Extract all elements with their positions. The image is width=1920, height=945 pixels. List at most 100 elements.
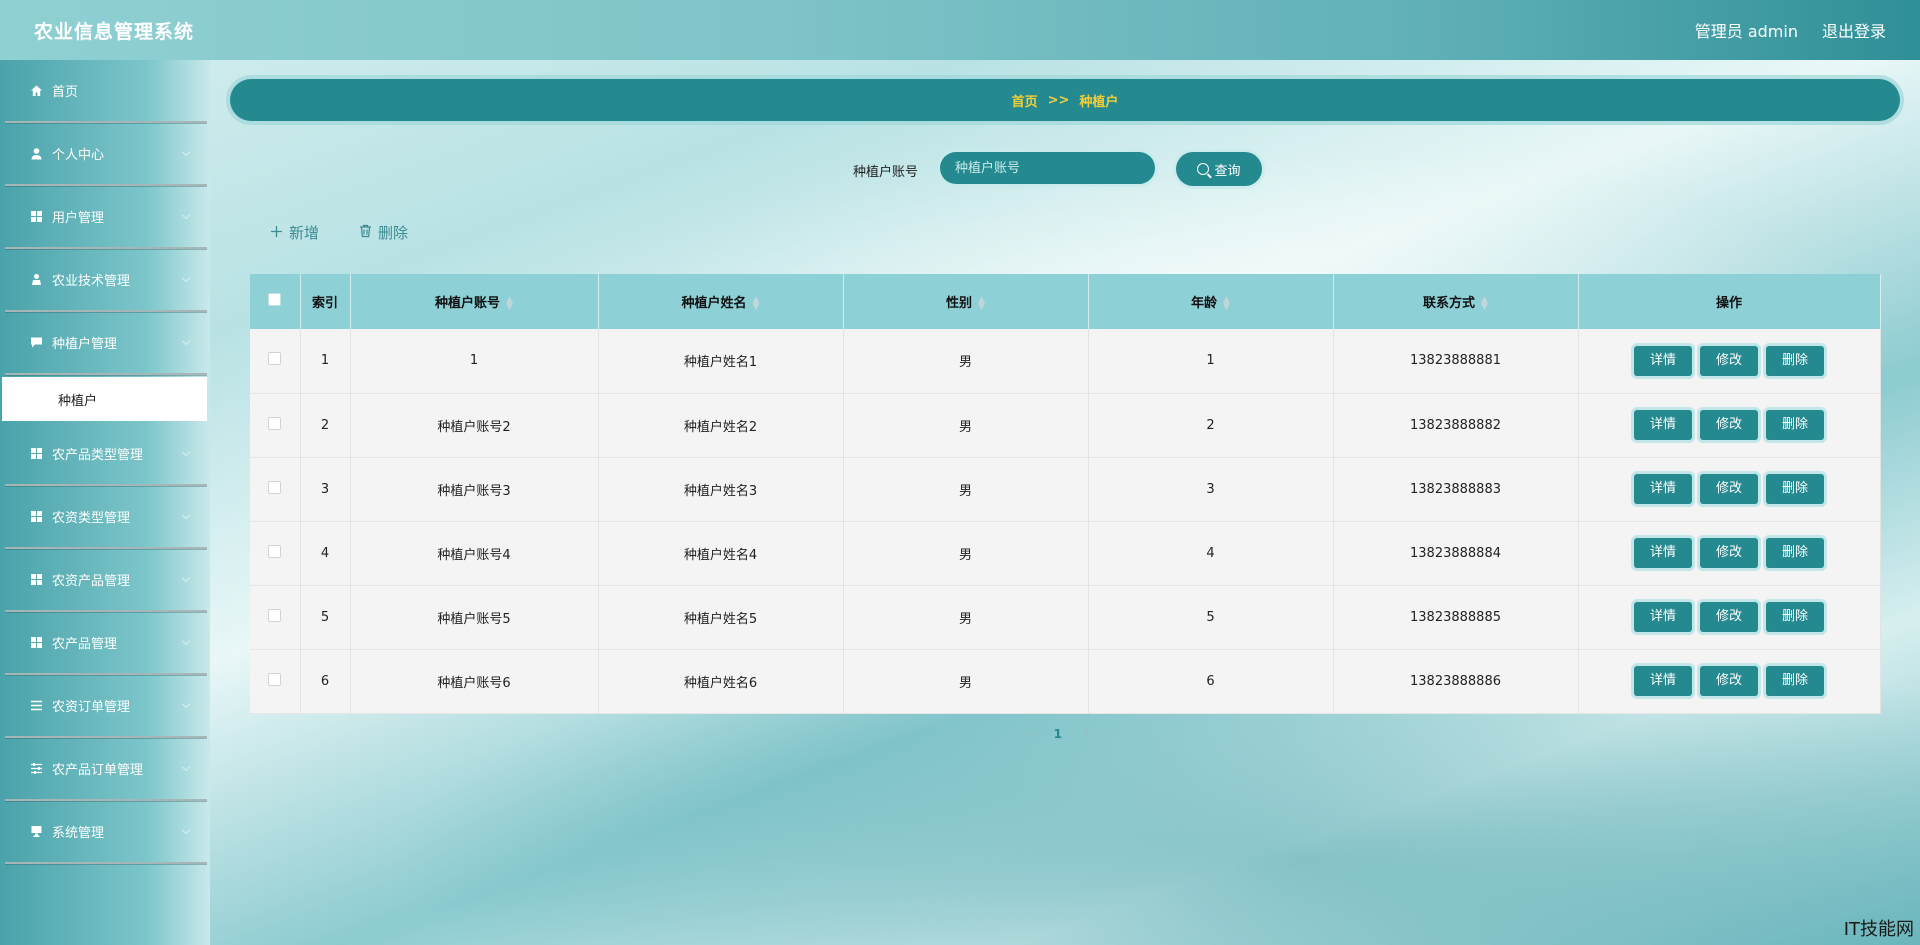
- cell-phone: 13823888881: [1333, 329, 1579, 393]
- cell-gender: 男: [843, 393, 1089, 457]
- sidebar-item[interactable]: 系统管理: [5, 801, 207, 864]
- cell-gender: 男: [843, 649, 1089, 713]
- edit-button[interactable]: 修改: [1700, 345, 1758, 376]
- row-checkbox[interactable]: [268, 416, 282, 430]
- sidebar-item[interactable]: 农业技术管理: [5, 249, 207, 312]
- cell-index: 3: [300, 457, 351, 521]
- row-select-cell: [250, 393, 301, 457]
- column-header[interactable]: 联系方式 ▲ ▼: [1333, 274, 1579, 329]
- add-button[interactable]: 新增: [270, 222, 319, 243]
- sidebar-item[interactable]: 农产品订单管理: [5, 738, 207, 801]
- delete-button[interactable]: 删除: [1766, 474, 1824, 504]
- edit-button[interactable]: 修改: [1700, 666, 1758, 696]
- cell-operations: 详情 修改 删除: [1578, 329, 1881, 393]
- row-checkbox[interactable]: [268, 608, 282, 622]
- watermark: IT技能网: [1843, 919, 1914, 940]
- search-button[interactable]: 查询: [1176, 152, 1262, 186]
- chevron-down-icon: [181, 336, 191, 345]
- cell-index: 1: [300, 329, 351, 393]
- cell-name: 种植户姓名1: [598, 329, 844, 393]
- edit-button[interactable]: 修改: [1700, 410, 1758, 440]
- sidebar-item[interactable]: 用户管理: [5, 186, 207, 249]
- batch-delete-button[interactable]: 删除: [359, 222, 408, 243]
- row-checkbox[interactable]: [268, 544, 282, 558]
- sidebar-item-left: 农产品订单管理: [30, 759, 143, 778]
- cell-name: 种植户姓名5: [598, 585, 844, 649]
- next-page-icon[interactable]: ›: [1084, 726, 1090, 742]
- column-header[interactable]: 性别 ▲ ▼: [843, 274, 1089, 329]
- cell-operations: 详情 修改 删除: [1578, 585, 1881, 649]
- detail-button[interactable]: 详情: [1634, 410, 1692, 440]
- breadcrumb-current: 种植户: [1079, 94, 1119, 110]
- cell-index: 2: [300, 393, 351, 457]
- sort-icon[interactable]: ▲ ▼: [1481, 295, 1488, 311]
- search-input[interactable]: [940, 152, 1155, 184]
- breadcrumb-home[interactable]: 首页: [1012, 91, 1038, 110]
- sidebar-item-left: 系统管理: [30, 822, 104, 841]
- sort-icon[interactable]: ▲ ▼: [978, 295, 985, 311]
- select-all-checkbox[interactable]: [268, 293, 282, 306]
- delete-button[interactable]: 删除: [1766, 345, 1824, 376]
- monitor-icon: [30, 825, 43, 838]
- sidebar-subitem-active[interactable]: 种植户: [2, 377, 207, 421]
- delete-button[interactable]: 删除: [1766, 410, 1824, 440]
- edit-button[interactable]: 修改: [1700, 474, 1758, 504]
- row-select-cell: [250, 329, 301, 393]
- sidebar-item-label: 农资订单管理: [52, 700, 131, 715]
- sidebar-item-label: 农产品订单管理: [52, 763, 144, 778]
- sidebar-item[interactable]: 首页: [5, 60, 207, 123]
- cell-index: 4: [300, 521, 351, 585]
- detail-button[interactable]: 详情: [1634, 666, 1692, 696]
- delete-button[interactable]: 删除: [1766, 538, 1824, 568]
- cell-account: 1: [350, 329, 599, 393]
- cell-account: 种植户账号5: [350, 585, 599, 649]
- row-checkbox[interactable]: [268, 672, 282, 686]
- sidebar-item[interactable]: 农产品管理: [5, 612, 207, 675]
- cell-age: 2: [1088, 393, 1334, 457]
- sidebar-item[interactable]: 农资类型管理: [5, 486, 207, 549]
- breadcrumb-separator: >>: [1047, 92, 1070, 108]
- edit-button[interactable]: 修改: [1700, 602, 1758, 632]
- page-number[interactable]: 1: [1054, 727, 1062, 741]
- sort-icon[interactable]: ▲ ▼: [506, 295, 513, 311]
- sidebar-item[interactable]: 农产品类型管理: [5, 423, 207, 486]
- detail-button[interactable]: 详情: [1634, 538, 1692, 568]
- column-header[interactable]: 种植户账号 ▲ ▼: [350, 274, 599, 329]
- sidebar-item[interactable]: 农资订单管理: [5, 675, 207, 738]
- logout-link[interactable]: 退出登录: [1822, 18, 1886, 42]
- detail-button[interactable]: 详情: [1634, 474, 1692, 504]
- select-all-cell: [250, 274, 301, 329]
- delete-button[interactable]: 删除: [1766, 602, 1824, 632]
- edit-button[interactable]: 修改: [1700, 538, 1758, 568]
- cell-age: 3: [1088, 457, 1334, 521]
- column-header-label: 性别: [946, 296, 973, 311]
- sidebar-item-label: 农资类型管理: [52, 511, 131, 526]
- row-checkbox[interactable]: [268, 352, 282, 366]
- detail-button[interactable]: 详情: [1634, 345, 1692, 376]
- column-header: 操作: [1578, 274, 1881, 329]
- row-select-cell: [250, 521, 301, 585]
- chevron-down-icon: [181, 210, 191, 219]
- delete-button[interactable]: 删除: [1766, 666, 1824, 696]
- chevron-down-icon: [181, 825, 191, 834]
- column-header-label: 种植户账号: [435, 296, 501, 311]
- cell-index: 5: [300, 585, 351, 649]
- add-button-label: 新增: [289, 224, 320, 242]
- column-header[interactable]: 年龄 ▲ ▼: [1088, 274, 1334, 329]
- sort-icon[interactable]: ▲ ▼: [753, 295, 760, 311]
- cell-operations: 详情 修改 删除: [1578, 649, 1881, 713]
- chevron-down-icon: [181, 447, 191, 456]
- prev-page-icon[interactable]: ‹: [1026, 726, 1032, 742]
- sort-icon[interactable]: ▲ ▼: [1223, 295, 1230, 311]
- sidebar-item[interactable]: 农资产品管理: [5, 549, 207, 612]
- sidebar-item-left: 农业技术管理: [30, 270, 130, 289]
- cell-account: 种植户账号3: [350, 457, 599, 521]
- sidebar-subitem-label: 种植户: [58, 393, 98, 409]
- sidebar-item[interactable]: 种植户管理: [5, 312, 207, 375]
- cell-name: 种植户姓名3: [598, 457, 844, 521]
- row-checkbox[interactable]: [268, 480, 282, 494]
- column-header[interactable]: 种植户姓名 ▲ ▼: [598, 274, 844, 329]
- sliders-icon: [30, 762, 43, 775]
- detail-button[interactable]: 详情: [1634, 602, 1692, 632]
- cell-age: 4: [1088, 521, 1334, 585]
